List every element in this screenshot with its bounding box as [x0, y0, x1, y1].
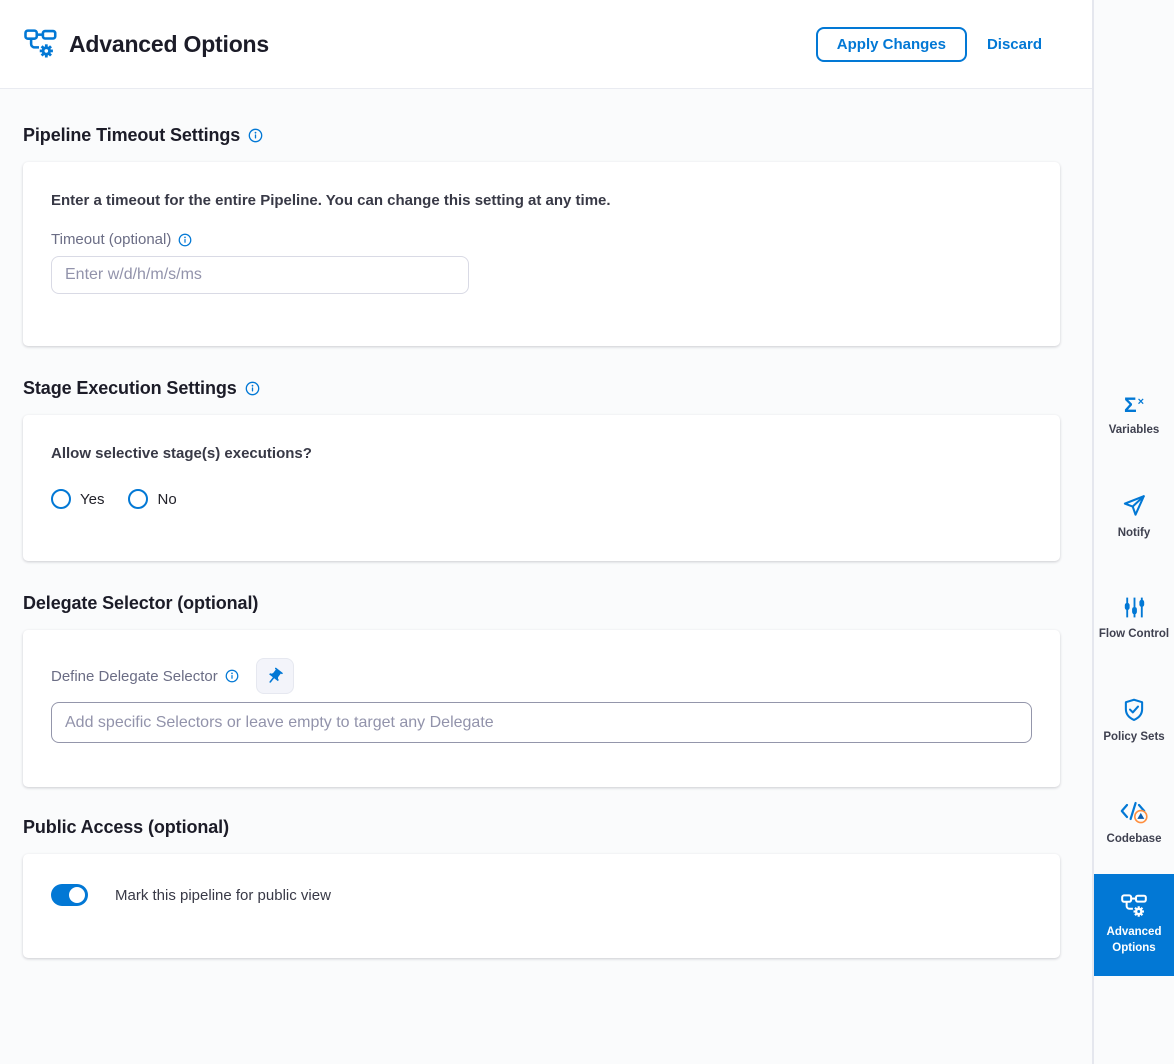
radio-circle-no[interactable]: [128, 489, 148, 509]
public-access-section-heading: Public Access (optional): [23, 817, 1060, 838]
radio-option-yes[interactable]: Yes: [51, 489, 104, 509]
sliders-icon: [1122, 595, 1147, 620]
sigma-variables-icon: Σ×: [1124, 392, 1144, 416]
pipeline-settings-sidebar: Σ× Variables Notify Flow Control: [1092, 0, 1174, 1064]
delegate-field-label: Define Delegate Selector: [51, 668, 239, 685]
timeout-card: Enter a timeout for the entire Pipeline.…: [23, 162, 1060, 346]
sidebar-item-label: Advanced Options: [1094, 925, 1174, 956]
public-view-toggle-row: Mark this pipeline for public view: [51, 884, 1032, 906]
stage-execution-heading-label: Stage Execution Settings: [23, 378, 237, 399]
info-circle-icon[interactable]: [225, 669, 239, 683]
stage-execution-section-heading: Stage Execution Settings: [23, 378, 1060, 399]
info-circle-icon[interactable]: [245, 381, 260, 396]
sidebar-item-label: Codebase: [1103, 832, 1166, 848]
panel-header: Advanced Options Apply Changes Discard: [0, 0, 1092, 89]
sidebar-item-policy-sets[interactable]: Policy Sets: [1094, 670, 1174, 772]
sidebar-item-label: Variables: [1105, 423, 1164, 439]
selective-execution-question: Allow selective stage(s) executions?: [51, 445, 1032, 462]
info-circle-icon[interactable]: [178, 233, 192, 247]
radio-circle-yes[interactable]: [51, 489, 71, 509]
delegate-label-row: Define Delegate Selector: [51, 658, 1032, 694]
sidebar-item-label: Policy Sets: [1099, 730, 1168, 746]
public-access-heading-label: Public Access (optional): [23, 817, 229, 838]
pipeline-gear-icon: [24, 29, 58, 59]
discard-button[interactable]: Discard: [985, 30, 1044, 59]
shield-check-icon: [1121, 697, 1147, 723]
settings-content: Pipeline Timeout Settings Enter a timeou…: [0, 89, 1092, 1064]
page-title: Advanced Options: [69, 31, 269, 58]
info-circle-icon[interactable]: [248, 128, 263, 143]
toggle-knob: [69, 887, 85, 903]
delegate-selector-input[interactable]: [51, 702, 1032, 743]
sidebar-item-flow-control[interactable]: Flow Control: [1094, 568, 1174, 670]
pushpin-icon: [261, 663, 288, 690]
public-view-toggle-label: Mark this pipeline for public view: [115, 887, 331, 904]
delegate-heading-label: Delegate Selector (optional): [23, 593, 258, 614]
public-access-card: Mark this pipeline for public view: [23, 854, 1060, 958]
sidebar-item-label: Flow Control: [1095, 627, 1173, 643]
sidebar-item-label: Notify: [1114, 526, 1155, 542]
pin-selector-button[interactable]: [256, 658, 294, 694]
paper-plane-icon: [1121, 493, 1147, 519]
header-title-group: Advanced Options: [24, 29, 269, 59]
sidebar-item-advanced-options[interactable]: Advanced Options: [1094, 874, 1174, 976]
code-warning-icon: [1119, 799, 1149, 825]
delegate-section-heading: Delegate Selector (optional): [23, 593, 1060, 614]
sidebar-item-codebase[interactable]: Codebase: [1094, 772, 1174, 874]
timeout-input[interactable]: [51, 256, 469, 294]
timeout-heading-label: Pipeline Timeout Settings: [23, 125, 240, 146]
timeout-section-heading: Pipeline Timeout Settings: [23, 125, 1060, 146]
advanced-options-page: Advanced Options Apply Changes Discard P…: [0, 0, 1174, 1064]
pipeline-gear-icon: [1121, 894, 1148, 918]
main-panel: Advanced Options Apply Changes Discard P…: [0, 0, 1092, 1064]
header-actions: Apply Changes Discard: [816, 27, 1044, 62]
delegate-card: Define Delegate Selector: [23, 630, 1060, 787]
apply-changes-button[interactable]: Apply Changes: [816, 27, 967, 62]
public-view-toggle[interactable]: [51, 884, 88, 906]
timeout-field-label: Timeout (optional): [51, 231, 1032, 248]
sidebar-item-notify[interactable]: Notify: [1094, 466, 1174, 568]
timeout-description: Enter a timeout for the entire Pipeline.…: [51, 192, 1032, 209]
radio-option-no[interactable]: No: [128, 489, 176, 509]
sidebar-item-variables[interactable]: Σ× Variables: [1094, 364, 1174, 466]
selective-execution-radio-group: Yes No: [51, 489, 1032, 509]
stage-execution-card: Allow selective stage(s) executions? Yes…: [23, 415, 1060, 561]
